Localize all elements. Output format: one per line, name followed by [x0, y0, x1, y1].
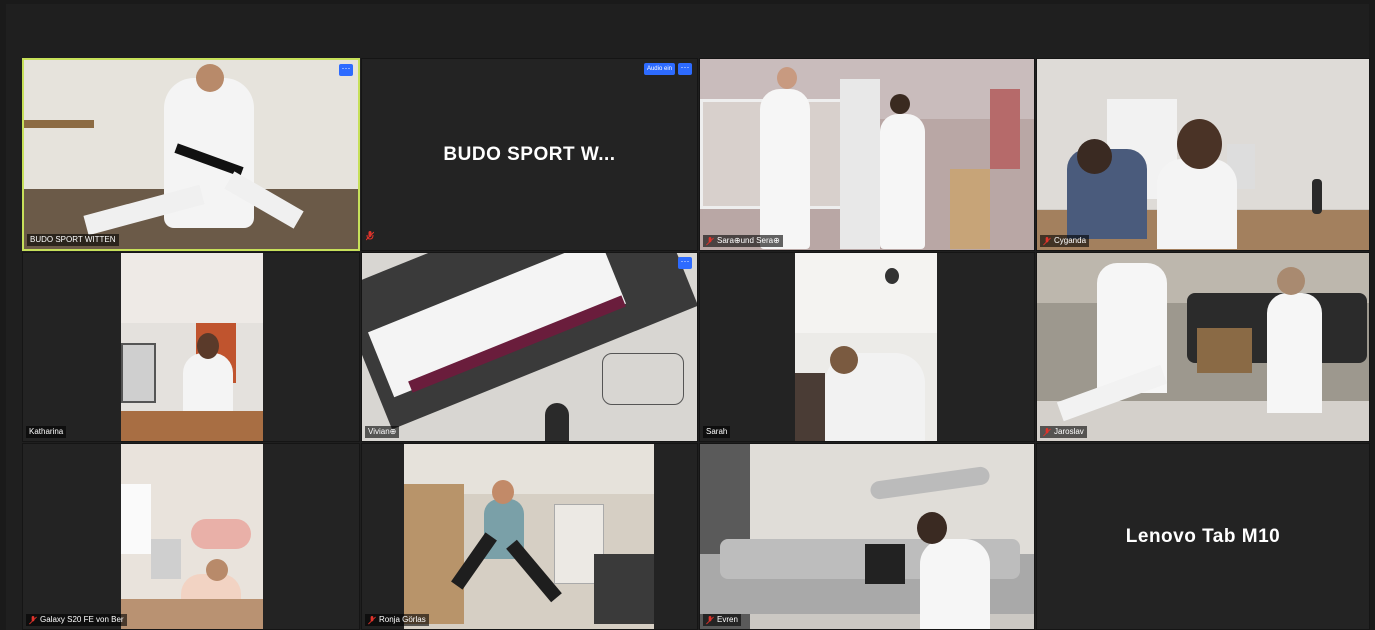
participant-tile-katharina[interactable]: Katharina [22, 252, 360, 442]
participant-video [700, 59, 1034, 250]
muted-mic-icon [1043, 236, 1051, 246]
participant-name-large: Lenovo Tab M10 [1125, 525, 1281, 547]
muted-mic-icon [706, 615, 714, 625]
video-gallery: ··· BUDO SPORT WITTEN Audio ein ··· BUDO… [6, 4, 1370, 630]
participant-name: Evren [717, 615, 738, 624]
participant-name: Sara⊕und Sera⊕ [717, 236, 780, 245]
participant-tile-budo-sport-witten[interactable]: ··· BUDO SPORT WITTEN [22, 58, 360, 251]
participant-tile-ronja-gorlas[interactable]: Ronja Görlas [361, 443, 698, 630]
participant-video [24, 60, 358, 249]
participant-name-tag: Katharina [26, 426, 67, 438]
participant-name: Katharina [29, 427, 64, 436]
participant-name: Ronja Görlas [379, 615, 426, 624]
participant-tile-lenovo-tab-m10[interactable]: Lenovo Tab M10 [1036, 443, 1370, 630]
participant-tile-sarah[interactable]: Sarah [699, 252, 1035, 442]
participant-name: Sarah [706, 427, 728, 436]
participant-name-tag: Galaxy S20 FE von Ber [26, 614, 127, 626]
participant-name-tag: BUDO SPORT WITTEN [27, 234, 119, 246]
participant-video [362, 253, 697, 441]
participant-name-tag: Evren [703, 614, 741, 626]
muted-mic-icon [365, 228, 375, 246]
participant-tile-budo-sport-w[interactable]: Audio ein ··· BUDO SPORT W... [361, 58, 698, 251]
participant-name-tag: Sarah [703, 426, 731, 438]
participant-tile-vivian[interactable]: ··· Vivian⊕ [361, 252, 698, 442]
participant-name-tag: Ronja Görlas [365, 614, 429, 626]
participant-name-tag: Jaroslav [1040, 426, 1087, 438]
more-options-button[interactable]: ··· [678, 63, 692, 75]
participant-video [1037, 253, 1369, 441]
participant-name: Cyganda [1054, 236, 1087, 245]
participant-name: Galaxy S20 FE von Ber [40, 615, 124, 624]
participant-name: Jaroslav [1054, 427, 1084, 436]
more-options-button[interactable]: ··· [339, 64, 353, 76]
muted-mic-icon [706, 236, 714, 246]
participant-video [795, 253, 937, 441]
participant-video [121, 444, 263, 629]
muted-mic-icon [1043, 427, 1051, 437]
participant-name: Vivian⊕ [368, 427, 397, 436]
muted-mic-icon [368, 615, 376, 625]
participant-video [404, 444, 654, 629]
participant-name-tag: Sara⊕und Sera⊕ [703, 235, 783, 247]
participant-name-large: BUDO SPORT W... [443, 143, 616, 165]
participant-tile-cyganda[interactable]: Cyganda [1036, 58, 1370, 251]
participant-tile-evren[interactable]: Evren [699, 443, 1035, 630]
participant-video [121, 253, 263, 441]
participant-tile-galaxy-s20[interactable]: Galaxy S20 FE von Ber [22, 443, 360, 630]
audio-on-button[interactable]: Audio ein [643, 63, 675, 75]
participant-video [700, 444, 1034, 629]
participant-name: BUDO SPORT WITTEN [30, 235, 116, 244]
participant-video [1037, 59, 1369, 250]
muted-mic-icon [29, 615, 37, 625]
participant-tile-jaroslav[interactable]: Jaroslav [1036, 252, 1370, 442]
more-options-button[interactable]: ··· [678, 257, 692, 269]
participant-tile-sara-und-sera[interactable]: Sara⊕und Sera⊕ [699, 58, 1035, 251]
participant-name-tag: Cyganda [1040, 235, 1090, 247]
participant-name-tag: Vivian⊕ [365, 426, 400, 438]
